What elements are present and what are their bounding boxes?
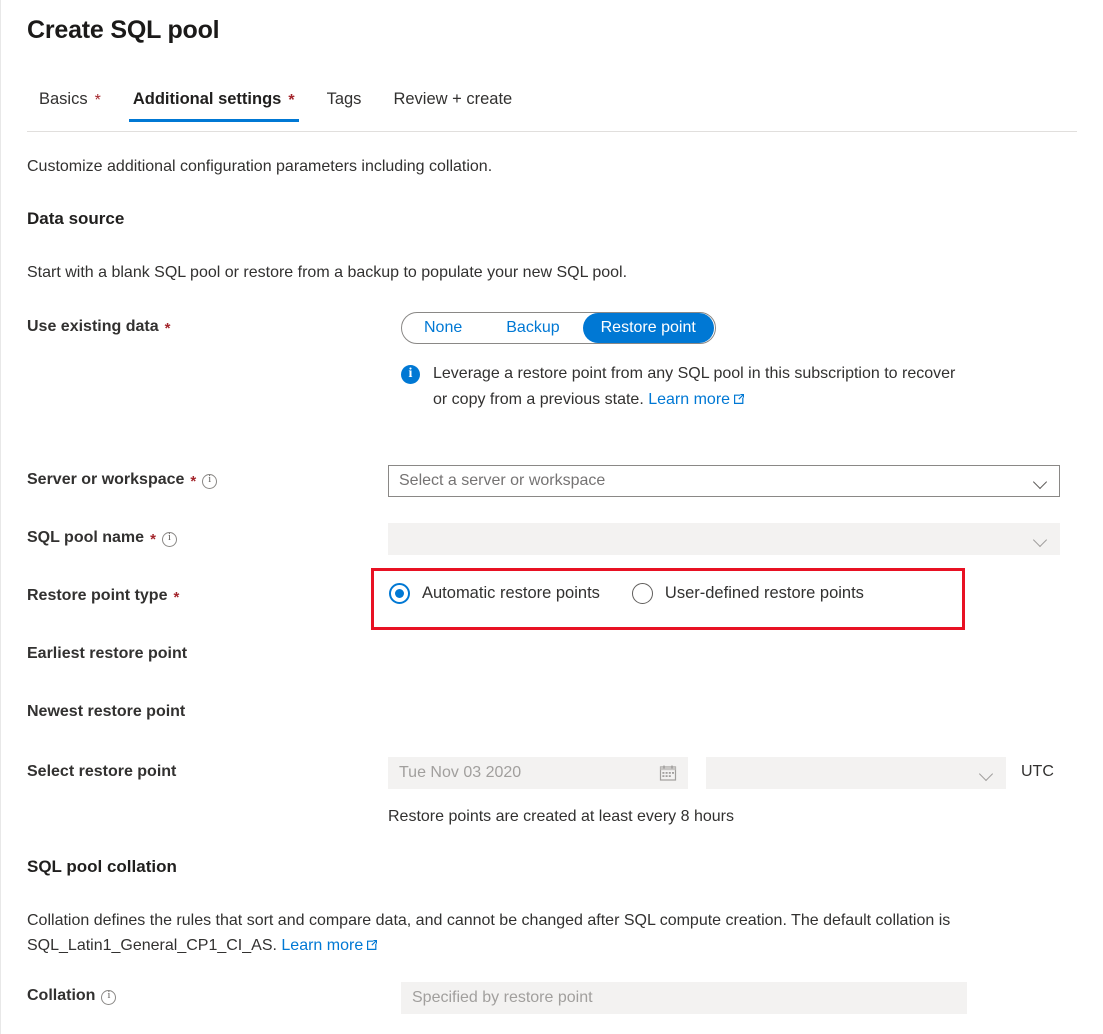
calendar-icon[interactable] <box>659 764 677 782</box>
server-or-workspace-label: Server or workspace * i <box>27 471 217 489</box>
collation-label: Collation i <box>27 987 116 1005</box>
restore-point-info-message: i Leverage a restore point from any SQL … <box>401 361 961 413</box>
tab-additional-settings[interactable]: Additional settings * <box>117 88 311 122</box>
info-outline-icon[interactable]: i <box>162 532 177 547</box>
radio-automatic-restore-points[interactable]: Automatic restore points <box>389 583 600 604</box>
learn-more-link-restore[interactable]: Learn more <box>648 391 730 408</box>
select-restore-point-label: Select restore point <box>27 763 176 781</box>
external-link-icon <box>366 939 378 951</box>
radio-unselected-icon <box>632 583 653 604</box>
required-asterisk: * <box>95 93 101 109</box>
tab-bar: Basics * Additional settings * Tags Revi… <box>27 88 1077 132</box>
sql-pool-name-label-text: SQL pool name <box>27 529 144 547</box>
sql-pool-collation-heading: SQL pool collation <box>27 857 177 877</box>
restore-point-frequency-hint: Restore points are created at least ever… <box>388 808 734 826</box>
required-asterisk: * <box>190 474 196 489</box>
tab-basics[interactable]: Basics * <box>27 88 117 122</box>
radio-selected-icon <box>389 583 410 604</box>
page-title: Create SQL pool <box>27 16 219 45</box>
info-outline-icon[interactable]: i <box>101 990 116 1005</box>
segment-option-none[interactable]: None <box>402 313 484 343</box>
collation-description-line1: Collation defines the rules that sort an… <box>27 912 787 929</box>
server-or-workspace-label-text: Server or workspace <box>27 471 184 489</box>
use-existing-data-label: Use existing data * <box>27 318 170 336</box>
create-sql-pool-blade: Create SQL pool Basics * Additional sett… <box>0 0 1103 1034</box>
info-outline-icon[interactable]: i <box>202 474 217 489</box>
newest-restore-point-label: Newest restore point <box>27 703 185 721</box>
segment-option-backup[interactable]: Backup <box>484 313 581 343</box>
use-existing-data-segmented-control[interactable]: None Backup Restore point <box>401 312 716 344</box>
timezone-label: UTC <box>1021 763 1054 781</box>
info-filled-icon: i <box>401 365 420 384</box>
tab-review-create[interactable]: Review + create <box>377 88 528 122</box>
earliest-restore-point-label-text: Earliest restore point <box>27 645 187 663</box>
learn-more-label: Learn more <box>648 391 730 408</box>
required-asterisk: * <box>165 321 171 336</box>
chevron-down-icon <box>979 765 995 781</box>
tab-tags[interactable]: Tags <box>311 88 378 122</box>
restore-point-time-dropdown[interactable] <box>706 757 1006 789</box>
segment-option-restore-point[interactable]: Restore point <box>583 313 714 343</box>
chevron-down-icon <box>1033 531 1049 547</box>
required-asterisk: * <box>150 532 156 547</box>
tab-tags-label: Tags <box>327 88 362 110</box>
data-source-description: Start with a blank SQL pool or restore f… <box>27 260 627 285</box>
radio-user-defined-restore-points[interactable]: User-defined restore points <box>632 583 864 604</box>
restore-point-type-label-text: Restore point type <box>27 587 167 605</box>
collation-description: Collation defines the rules that sort an… <box>27 908 987 958</box>
tab-additional-settings-label: Additional settings <box>133 88 282 110</box>
collation-input[interactable]: Specified by restore point <box>401 982 967 1014</box>
sql-pool-name-dropdown[interactable] <box>388 523 1060 555</box>
newest-restore-point-label-text: Newest restore point <box>27 703 185 721</box>
learn-more-label: Learn more <box>281 937 363 954</box>
radio-automatic-label: Automatic restore points <box>422 584 600 603</box>
tab-review-create-label: Review + create <box>393 88 512 110</box>
external-link-icon <box>733 393 745 405</box>
restore-point-type-radio-group: Automatic restore points User-defined re… <box>389 583 864 604</box>
required-asterisk: * <box>288 93 294 109</box>
use-existing-data-label-text: Use existing data <box>27 318 159 336</box>
sql-pool-name-label: SQL pool name * i <box>27 529 177 547</box>
required-asterisk: * <box>173 590 179 605</box>
data-source-heading: Data source <box>27 209 124 229</box>
earliest-restore-point-label: Earliest restore point <box>27 645 187 663</box>
collation-label-text: Collation <box>27 987 95 1005</box>
radio-user-defined-label: User-defined restore points <box>665 584 864 603</box>
restore-point-date-input[interactable]: Tue Nov 03 2020 <box>388 757 688 789</box>
collation-value: Specified by restore point <box>412 989 956 1007</box>
intro-description: Customize additional configuration param… <box>27 158 492 176</box>
server-or-workspace-dropdown[interactable]: Select a server or workspace <box>388 465 1060 497</box>
select-restore-point-label-text: Select restore point <box>27 763 176 781</box>
info-message-body: Leverage a restore point from any SQL po… <box>433 361 961 413</box>
tab-basics-label: Basics <box>39 88 88 110</box>
chevron-down-icon <box>1033 473 1049 489</box>
server-or-workspace-value: Select a server or workspace <box>399 472 1025 490</box>
restore-point-date-value: Tue Nov 03 2020 <box>399 764 651 782</box>
learn-more-link-collation[interactable]: Learn more <box>281 937 363 954</box>
restore-point-type-label: Restore point type * <box>27 587 179 605</box>
